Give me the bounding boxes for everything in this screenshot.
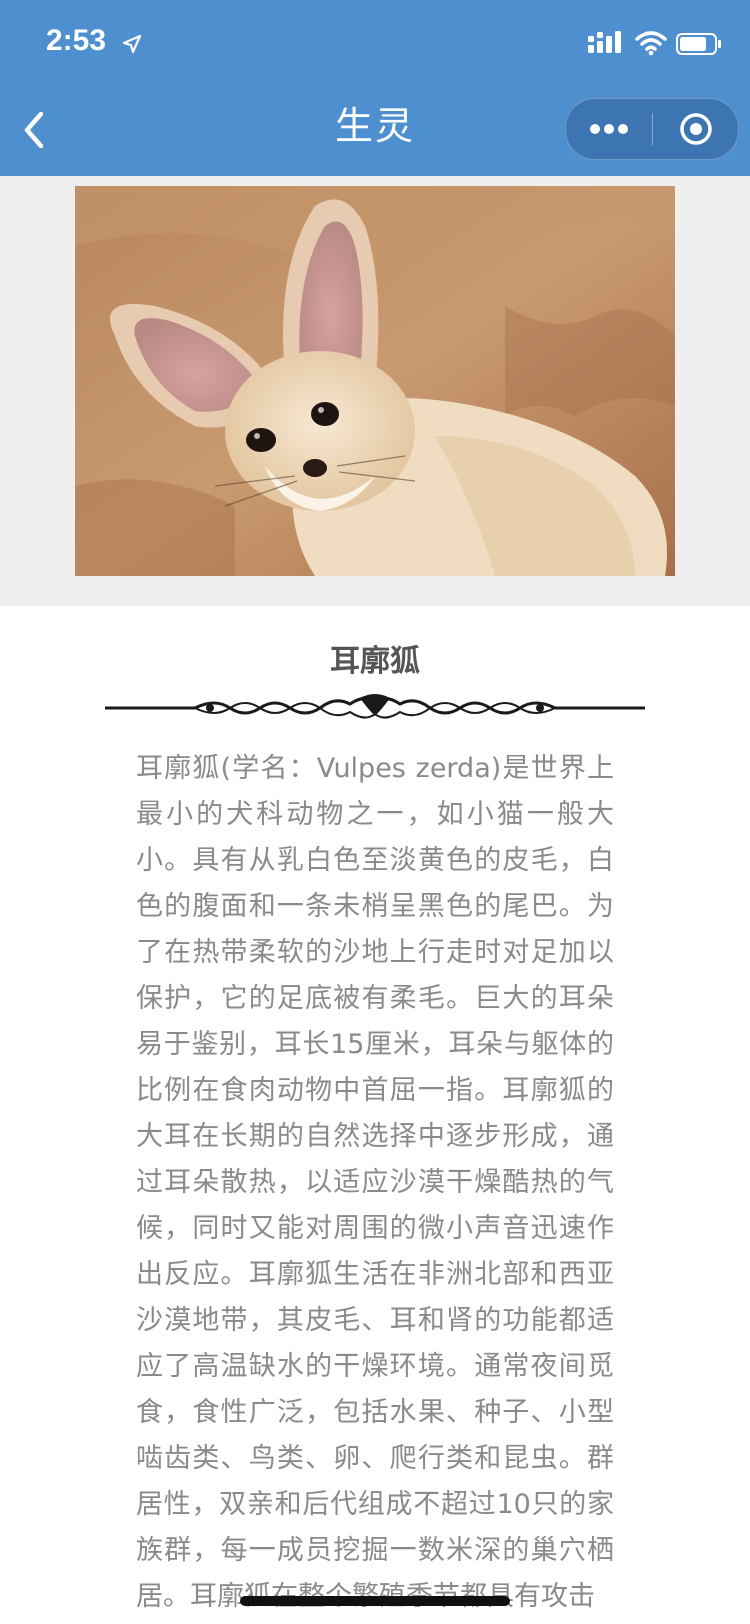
cellular-signal-icon bbox=[588, 31, 621, 53]
close-button[interactable] bbox=[653, 99, 738, 159]
wifi-icon bbox=[635, 31, 667, 56]
battery-icon bbox=[676, 33, 721, 55]
fennec-fox-image bbox=[75, 186, 675, 576]
ornamental-divider bbox=[105, 694, 645, 719]
more-dots-icon bbox=[590, 124, 628, 134]
image-area bbox=[0, 176, 750, 606]
mini-program-capsule bbox=[565, 98, 739, 160]
article-title: 耳廓狐 bbox=[330, 644, 420, 679]
home-indicator[interactable] bbox=[240, 1596, 510, 1606]
nav-header: 2:53 生灵 bbox=[0, 0, 750, 176]
more-button[interactable] bbox=[566, 99, 652, 159]
article-body: 耳廓狐(学名：Vulpes zerda)是世界上最小的犬科动物之一，如小猫一般大… bbox=[136, 753, 614, 1612]
status-time: 2:53 bbox=[46, 24, 107, 57]
target-circle-icon bbox=[679, 113, 712, 145]
article-photo bbox=[75, 186, 675, 576]
location-arrow-icon bbox=[122, 34, 142, 54]
